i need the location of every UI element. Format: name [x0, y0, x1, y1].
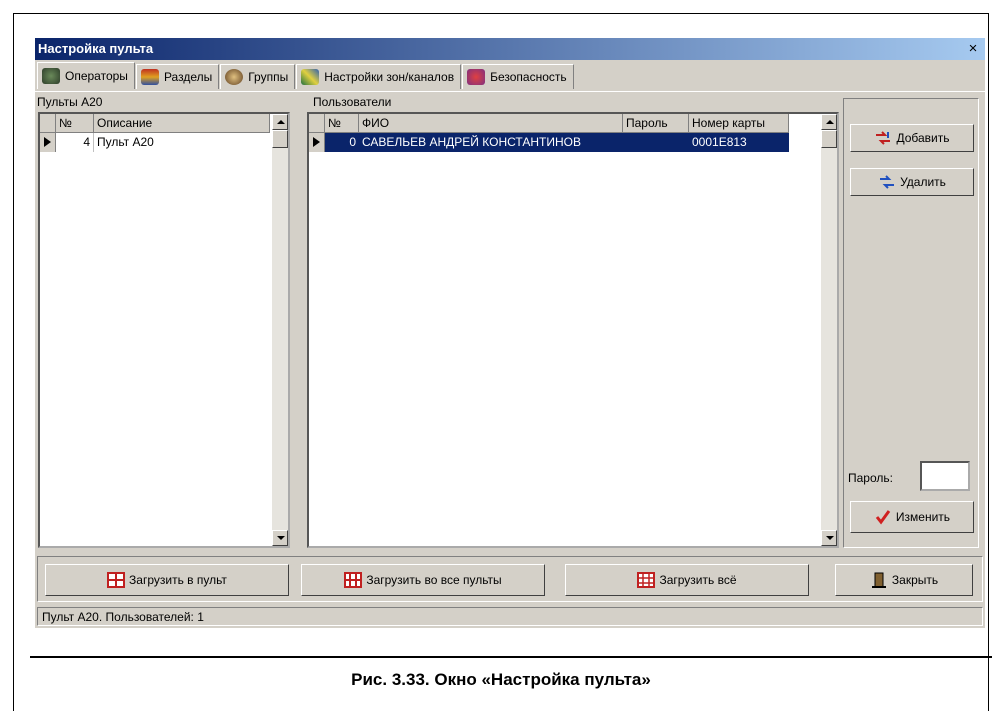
- scroll-down-button[interactable]: [272, 530, 288, 546]
- table-row[interactable]: 0 САВЕЛЬЕВ АНДРЕЙ КОНСТАНТИНОВ 0001E813: [325, 133, 789, 152]
- door-exit-icon: [871, 572, 886, 588]
- row-indicator: [309, 133, 325, 152]
- settings-window: Настройка пульта × Операторы Разделы Гру…: [35, 38, 985, 628]
- load-to-all-label: Загрузить во все пульты: [366, 573, 502, 587]
- column-header-desc[interactable]: Описание: [94, 114, 270, 133]
- panels-label: Пульты А20: [37, 95, 103, 109]
- zones-icon: [301, 69, 320, 85]
- tab-label: Операторы: [65, 69, 128, 83]
- cell-card: 0001E813: [692, 135, 747, 149]
- scroll-down-button[interactable]: [821, 530, 837, 546]
- title-bar: Настройка пульта ×: [35, 38, 985, 60]
- arrow-down-icon: [277, 536, 285, 540]
- column-header-password[interactable]: Пароль: [623, 114, 689, 133]
- users-grid: № ФИО Пароль Номер карты 0 САВЕЛЬЕВ АНДР…: [307, 112, 839, 548]
- grid-corner: [40, 114, 56, 133]
- tab-label: Безопасность: [490, 70, 567, 84]
- vertical-scrollbar[interactable]: [821, 114, 837, 546]
- arrow-up-icon: [277, 120, 285, 124]
- tab-bar: Операторы Разделы Группы Настройки зон/к…: [37, 62, 575, 90]
- load-all-label: Загрузить всё: [659, 573, 737, 587]
- add-button-label: Добавить: [896, 131, 950, 145]
- load-icon: [107, 572, 126, 588]
- vertical-scrollbar[interactable]: [272, 114, 288, 546]
- arrow-down-icon: [826, 536, 834, 540]
- cell-desc: Пульт А20: [97, 135, 154, 149]
- sections-icon: [140, 69, 159, 85]
- users-label: Пользователи: [313, 95, 392, 109]
- tab-label: Группы: [248, 70, 289, 84]
- load-to-all-button[interactable]: Загрузить во все пульты: [301, 564, 545, 596]
- grid-corner: [309, 114, 325, 133]
- add-arrows-icon: [876, 131, 891, 145]
- tab-separator: [35, 91, 985, 92]
- close-icon[interactable]: ×: [964, 41, 982, 57]
- caption-rule: [30, 656, 992, 658]
- tab-security[interactable]: Безопасность: [462, 64, 574, 89]
- current-row-icon: [44, 137, 51, 147]
- tab-label: Разделы: [163, 70, 213, 84]
- load-to-panel-button[interactable]: Загрузить в пульт: [45, 564, 289, 596]
- tab-operators[interactable]: Операторы: [37, 62, 135, 89]
- scroll-up-button[interactable]: [272, 114, 288, 130]
- password-input[interactable]: [920, 461, 970, 491]
- cell-password: [623, 133, 689, 152]
- cell-fio: САВЕЛЬЕВ АНДРЕЙ КОНСТАНТИНОВ: [362, 135, 581, 149]
- column-header-card[interactable]: Номер карты: [689, 114, 789, 133]
- tab-groups[interactable]: Группы: [220, 64, 296, 89]
- delete-button-label: Удалить: [900, 175, 946, 189]
- tab-label: Настройки зон/каналов: [324, 70, 455, 84]
- load-to-panel-label: Загрузить в пульт: [129, 573, 227, 587]
- operators-icon: [42, 68, 60, 84]
- security-icon: [467, 69, 486, 85]
- add-button[interactable]: Добавить: [850, 124, 974, 152]
- arrow-up-icon: [826, 120, 834, 124]
- scroll-thumb[interactable]: [272, 130, 288, 148]
- panels-grid: № Описание 4 Пульт А20: [38, 112, 290, 548]
- scroll-up-button[interactable]: [821, 114, 837, 130]
- delete-button[interactable]: Удалить: [850, 168, 974, 196]
- row-indicator: [40, 133, 56, 152]
- change-button[interactable]: Изменить: [850, 501, 974, 533]
- scroll-thumb[interactable]: [821, 130, 837, 148]
- cell-num: 4: [56, 133, 94, 152]
- status-bar: Пульт А20. Пользователей: 1: [37, 607, 983, 626]
- close-button-label: Закрыть: [891, 573, 939, 587]
- checkmark-icon: [875, 510, 891, 525]
- change-button-label: Изменить: [895, 510, 951, 524]
- current-row-icon: [313, 137, 320, 147]
- close-button[interactable]: Закрыть: [835, 564, 973, 596]
- groups-icon: [225, 69, 244, 85]
- tab-sections[interactable]: Разделы: [135, 64, 220, 89]
- password-label: Пароль:: [848, 471, 893, 485]
- tab-zones[interactable]: Настройки зон/каналов: [296, 64, 462, 89]
- column-header-fio[interactable]: ФИО: [359, 114, 623, 133]
- cell-num: 0: [349, 135, 356, 149]
- load-everything-icon: [637, 572, 656, 588]
- load-all-button[interactable]: Загрузить всё: [565, 564, 809, 596]
- window-title: Настройка пульта: [38, 41, 154, 56]
- figure-caption: Рис. 3.33. Окно «Настройка пульта»: [351, 670, 651, 689]
- load-all-panels-icon: [344, 572, 363, 588]
- delete-arrows-icon: [880, 175, 895, 189]
- column-header-num[interactable]: №: [56, 114, 94, 133]
- column-header-num[interactable]: №: [325, 114, 359, 133]
